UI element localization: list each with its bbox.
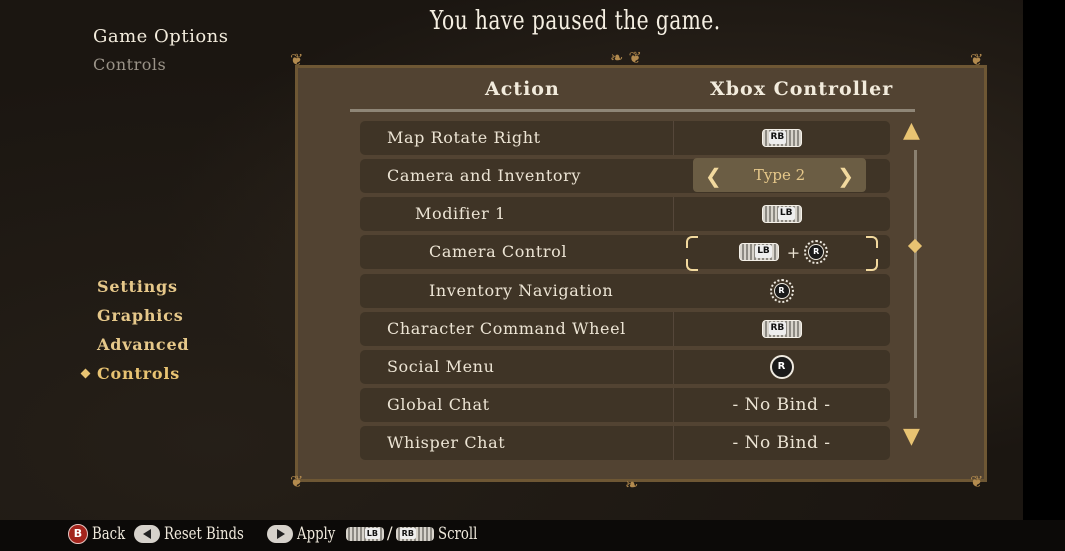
- lb-button-icon: LB: [738, 243, 779, 261]
- action-label: Map Rotate Right: [387, 128, 541, 147]
- rb-button-icon: RB: [761, 320, 802, 338]
- menu-item-label: Advanced: [97, 335, 190, 354]
- page-title: Game Options: [93, 26, 229, 47]
- hint-label: Back: [92, 524, 126, 544]
- binding-row-camera-control[interactable]: Camera Control LB + R: [360, 235, 890, 269]
- reset-binds-hint[interactable]: Reset Binds: [134, 524, 256, 544]
- scroll-ornament-icon: ❦: [970, 472, 984, 491]
- hint-label: Apply: [296, 524, 336, 544]
- binding-cell[interactable]: RB: [673, 312, 890, 346]
- binding-cell[interactable]: - No Bind -: [673, 388, 890, 422]
- scroll-ornament-icon: ❧: [625, 475, 639, 494]
- right-stick-icon: R: [804, 240, 829, 264]
- selected-diamond-icon: [80, 368, 91, 379]
- action-label: Inventory Navigation: [429, 281, 614, 300]
- view-button-icon: [134, 525, 161, 543]
- hint-label: Scroll: [437, 524, 477, 544]
- menu-item-label: Settings: [97, 277, 178, 296]
- scroll-ornament-icon: ❦: [290, 472, 304, 491]
- menu-item-advanced[interactable]: Advanced: [82, 335, 189, 364]
- action-label: Whisper Chat: [387, 433, 506, 452]
- right-stick-icon: R: [769, 279, 794, 303]
- menu-item-controls[interactable]: Controls: [80, 364, 189, 393]
- plus-sign: +: [786, 242, 801, 262]
- rb-button-icon: RB: [395, 527, 434, 541]
- selection-bracket: [866, 236, 878, 248]
- hint-separator: /: [386, 524, 393, 544]
- scroll-down-icon[interactable]: ▼: [903, 424, 920, 449]
- action-label: Character Command Wheel: [387, 319, 626, 338]
- menu-item-label: Controls: [97, 364, 181, 383]
- options-menu: Settings Graphics Advanced Controls: [80, 277, 189, 393]
- scroll-ornament-icon: ❦: [970, 50, 984, 69]
- rb-button-icon: RB: [761, 129, 802, 147]
- page-subtitle: Controls: [93, 55, 167, 74]
- header-divider: [350, 109, 915, 112]
- hint-label: Reset Binds: [164, 524, 245, 544]
- controller-hints: B Back Reset Binds Apply LB / RB Scroll: [68, 524, 488, 544]
- binding-cell[interactable]: LB + R: [673, 235, 890, 269]
- pause-message: You have paused the game.: [430, 6, 721, 36]
- column-header-action: Action: [485, 78, 560, 100]
- binding-row-whisper-chat[interactable]: Whisper Chat - No Bind -: [360, 426, 890, 460]
- binding-cell[interactable]: R: [673, 350, 890, 384]
- action-label: Social Menu: [387, 357, 495, 376]
- binding-row-social-menu[interactable]: Social Menu R: [360, 350, 890, 384]
- binding-row-inventory-navigation[interactable]: Inventory Navigation R: [360, 274, 890, 308]
- action-label: Camera Control: [429, 242, 568, 261]
- binding-cell[interactable]: LB: [673, 197, 890, 231]
- scroll-up-icon[interactable]: ▲: [903, 118, 920, 143]
- column-header-controller: Xbox Controller: [710, 78, 894, 100]
- menu-item-graphics[interactable]: Graphics: [82, 306, 189, 335]
- binding-cell[interactable]: - No Bind -: [673, 426, 890, 460]
- menu-button-icon: [266, 525, 293, 543]
- no-bind-text: - No Bind -: [732, 395, 831, 415]
- lb-button-icon: LB: [345, 527, 384, 541]
- binding-cell[interactable]: R: [673, 274, 890, 308]
- back-hint[interactable]: B Back: [68, 524, 126, 544]
- camera-inventory-selector[interactable]: ❮ Type 2 ❯: [693, 158, 866, 192]
- scroll-ornament-icon: ❧ ❦: [610, 48, 642, 67]
- scroll-ornament-icon: ❦: [290, 50, 304, 69]
- lb-button-icon: LB: [761, 205, 802, 223]
- menu-item-settings[interactable]: Settings: [82, 277, 189, 306]
- binding-row-character-command-wheel[interactable]: Character Command Wheel RB: [360, 312, 890, 346]
- selection-bracket: [686, 236, 698, 248]
- action-label: Global Chat: [387, 395, 490, 414]
- binding-row-global-chat[interactable]: Global Chat - No Bind -: [360, 388, 890, 422]
- scroll-hint[interactable]: LB / RB Scroll: [345, 524, 478, 544]
- binding-row-modifier-1[interactable]: Modifier 1 LB: [360, 197, 890, 231]
- selection-bracket: [686, 259, 698, 271]
- apply-hint[interactable]: Apply: [266, 524, 336, 544]
- no-bind-text: - No Bind -: [732, 433, 831, 453]
- letterbox-bar: [1023, 0, 1065, 551]
- binding-row-map-rotate-right[interactable]: Map Rotate Right RB: [360, 121, 890, 155]
- arrow-right-icon[interactable]: ❯: [837, 164, 854, 188]
- menu-item-label: Graphics: [97, 306, 184, 325]
- right-stick-button-icon: R: [769, 355, 794, 379]
- binding-cell[interactable]: RB: [673, 121, 890, 155]
- action-label: Camera and Inventory: [387, 166, 582, 185]
- selection-bracket: [866, 259, 878, 271]
- b-button-icon: B: [68, 524, 88, 544]
- scrollbar-track[interactable]: [914, 150, 917, 418]
- action-label: Modifier 1: [415, 204, 506, 223]
